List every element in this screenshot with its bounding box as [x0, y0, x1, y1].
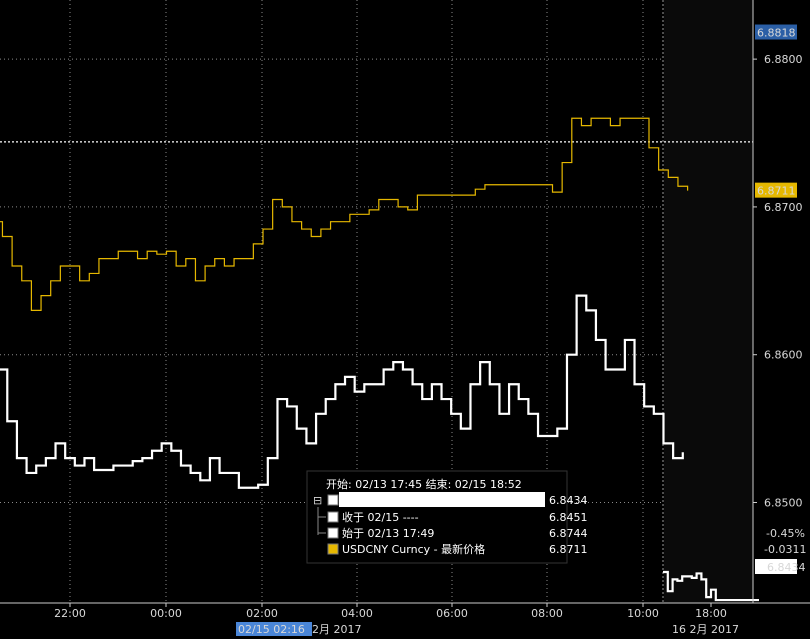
next-session-shade [664, 0, 753, 603]
legend-row-value: 6.8434 [549, 494, 588, 507]
x-tick-label: 06:00 [436, 607, 468, 620]
x-tick-label: 18:00 [695, 607, 727, 620]
usdcny-series-line [0, 117, 689, 311]
y-tick-label: 6.8500 [764, 497, 803, 510]
legend-row-label: USDCNY Curncy - 最新价格 [342, 542, 485, 556]
price-chart: 6.8500 6.8600 6.8700 6.8800 22:00 00:00 02:00… [0, 0, 810, 636]
x-tick-label: 02:00 [246, 607, 278, 620]
y-axis: 6.8500 6.8600 6.8700 6.8800 [752, 0, 803, 603]
x-tick-label: 08:00 [531, 607, 563, 620]
y-tick-label: 6.8600 [764, 349, 803, 362]
y-tick-label: 6.8800 [764, 53, 803, 66]
legend-row-label: USDCNH BGN Curncy - 最新价格 [342, 493, 514, 507]
legend-row-value: 6.8451 [549, 511, 588, 524]
y-tick-label: 6.8700 [764, 201, 803, 214]
legend-row-value: 6.8711 [549, 543, 588, 556]
chart-stage: 6.8500 6.8600 6.8700 6.8800 22:00 00:00 02:00… [0, 0, 810, 639]
legend-tree-icon: ⊟ [313, 494, 322, 507]
top-value-badge: 6.8818 [757, 27, 796, 40]
legend-box: 开始: 02/13 17:45 结束: 02/15 18:52 USDCNH BG… [306, 470, 588, 564]
x-tick-label: 22:00 [54, 607, 86, 620]
legend-header: 开始: 02/13 17:45 结束: 02/15 18:52 [326, 477, 522, 491]
x-axis: 22:00 00:00 02:00 04:00 06:00 08:00 10:00 18:00… [0, 602, 810, 636]
cursor-date-label: 02/15 02:16 [238, 623, 305, 636]
right-badges: 6.8818 6.8711 -0.45% -0.0311 6.8434 [755, 24, 806, 574]
pct-change-label: -0.45% [766, 527, 805, 540]
month-label: 2月 2017 [312, 623, 362, 636]
x-tick-label: 04:00 [341, 607, 373, 620]
legend-swatch [327, 543, 339, 555]
legend-row-label: 收于 02/15 ---- [342, 510, 419, 524]
next-day-label: 16 2月 2017 [672, 623, 739, 636]
legend-row-value: 6.8744 [549, 527, 588, 540]
cny-last-badge: 6.8711 [757, 185, 796, 198]
x-tick-label: 10:00 [627, 607, 659, 620]
legend-swatch [327, 494, 339, 506]
legend-swatch [327, 527, 339, 539]
usdcnh-series-line [0, 294, 684, 489]
legend-row-label: 始于 02/13 17:49 [342, 526, 434, 540]
x-tick-label: 00:00 [150, 607, 182, 620]
abs-change-label: -0.0311 [764, 543, 806, 556]
cnh-last-badge: 6.8434 [767, 561, 806, 574]
legend-swatch [327, 511, 339, 523]
